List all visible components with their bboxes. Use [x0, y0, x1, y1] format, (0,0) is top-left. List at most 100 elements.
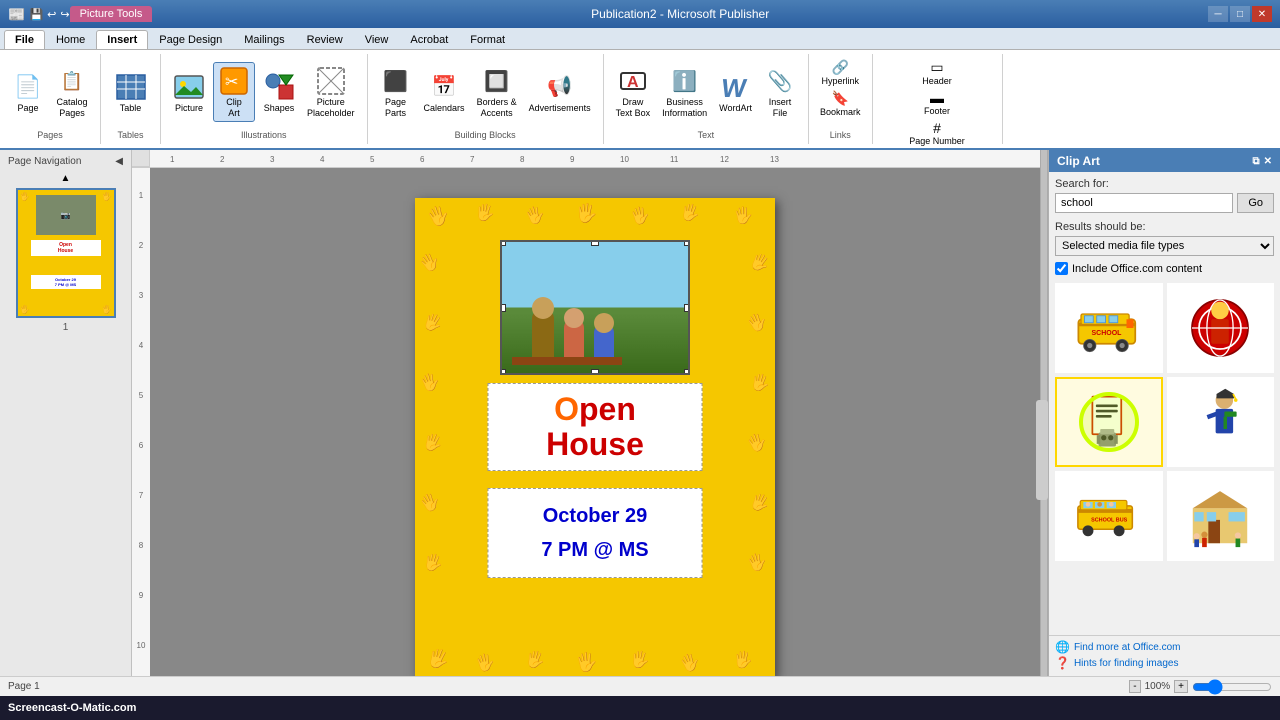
tab-page-design[interactable]: Page Design [148, 30, 233, 49]
include-office-label: Include Office.com content [1072, 263, 1202, 275]
qat-redo[interactable]: ↪ [60, 8, 69, 21]
illustrations-group-label: Illustrations [241, 130, 287, 140]
zoom-out-button[interactable]: - [1129, 680, 1140, 693]
hyperlink-button[interactable]: 🔗 Hyperlink [819, 58, 863, 87]
ruler-horizontal: 1 2 3 4 5 6 7 8 9 10 11 12 13 [132, 150, 1040, 168]
clip-art-title: Clip Art [1057, 154, 1100, 168]
date-text-box[interactable]: October 29 7 PM @ MS [488, 488, 703, 578]
tab-view[interactable]: View [354, 30, 400, 49]
insert-file-icon: 📎 [764, 65, 796, 97]
shapes-button[interactable]: Shapes [259, 69, 299, 116]
svg-text:1: 1 [139, 191, 144, 200]
wordart-button[interactable]: W WordArt [715, 69, 756, 116]
page-nav-collapse[interactable]: ◀ [115, 156, 123, 167]
header-label: Header [922, 76, 952, 86]
clip-art-item-6[interactable] [1167, 471, 1275, 561]
clip-art-item-3[interactable] [1055, 377, 1163, 467]
search-input[interactable] [1055, 193, 1233, 213]
table-icon [115, 71, 147, 103]
photo-frame[interactable] [500, 240, 690, 375]
results-type-select[interactable]: Selected media file types [1055, 236, 1274, 256]
footer-label: Footer [924, 106, 950, 116]
hints-link[interactable]: ❓ Hints for finding images [1055, 656, 1274, 670]
illustrations-buttons: Picture ✂ ClipArt Shapes PicturePlacehol… [169, 58, 359, 126]
svg-text:A: A [627, 74, 639, 91]
picture-placeholder-label: PicturePlaceholder [307, 97, 355, 119]
canvas-area[interactable]: 🖐 🖐 🖐 🖐 🖐 🖐 🖐 🖐 🖐 🖐 🖐 🖐 🖐 🖐 [150, 168, 1040, 676]
app-icon: 📰 [8, 6, 25, 23]
picture-button[interactable]: Picture [169, 69, 209, 116]
svg-text:W: W [720, 73, 749, 103]
clip-art-item-2[interactable] [1167, 283, 1275, 373]
svg-text:13: 13 [770, 155, 779, 164]
include-office-checkbox[interactable] [1055, 262, 1068, 275]
zoom-controls: - 100% + [1129, 680, 1272, 693]
catalog-pages-button[interactable]: 📋 CatalogPages [52, 63, 92, 121]
bookmark-button[interactable]: 🔖 Bookmark [817, 89, 864, 118]
catalog-pages-icon: 📋 [56, 65, 88, 97]
clip-art-item-5[interactable]: SCHOOL BUS [1055, 471, 1163, 561]
links-group-label: Links [830, 130, 851, 140]
clip-art-close[interactable]: ✕ [1264, 156, 1272, 167]
find-more-link[interactable]: 🌐 Find more at Office.com [1055, 640, 1274, 654]
tab-insert[interactable]: Insert [96, 30, 148, 49]
header-button[interactable]: ▭ Header [919, 58, 955, 87]
business-info-icon: ℹ️ [669, 65, 701, 97]
draw-text-box-button[interactable]: A DrawText Box [612, 63, 655, 121]
calendars-button[interactable]: 📅 Calendars [420, 69, 469, 116]
links-buttons: 🔗 Hyperlink 🔖 Bookmark [817, 58, 864, 126]
page-parts-button[interactable]: ⬛ PageParts [376, 63, 416, 121]
svg-text:2: 2 [139, 241, 144, 250]
tab-review[interactable]: Review [296, 30, 354, 49]
hyperlink-label: Hyperlink [822, 76, 860, 86]
zoom-in-button[interactable]: + [1174, 680, 1188, 693]
tab-mailings[interactable]: Mailings [233, 30, 295, 49]
table-button[interactable]: Table [111, 69, 151, 116]
tab-file[interactable]: File [4, 30, 45, 49]
svg-text:4: 4 [139, 341, 144, 350]
clip-art-detach[interactable]: ⧉ [1252, 156, 1259, 167]
close-button[interactable]: ✕ [1252, 6, 1272, 22]
business-info-button[interactable]: ℹ️ BusinessInformation [658, 63, 711, 121]
picture-placeholder-button[interactable]: PicturePlaceholder [303, 63, 359, 121]
borders-button[interactable]: 🔲 Borders &Accents [473, 63, 521, 121]
svg-text:✂: ✂ [225, 74, 238, 91]
page-thumbnail-1[interactable]: 📷 OpenHouse October 297 PM @ MS 🖐 🖐 🖐 🖐 [16, 188, 116, 318]
draw-text-box-label: DrawText Box [616, 97, 651, 119]
pages-group-label: Pages [37, 130, 63, 140]
tab-home[interactable]: Home [45, 30, 96, 49]
insert-file-button[interactable]: 📎 InsertFile [760, 63, 800, 121]
page-nav-header: Page Navigation ◀ [4, 154, 127, 169]
svg-text:1: 1 [170, 155, 175, 164]
go-button[interactable]: Go [1237, 193, 1274, 213]
page-nav-arrow-up[interactable]: ▲ [61, 173, 71, 184]
qat-save[interactable]: 💾 [29, 8, 43, 21]
minimize-button[interactable]: ─ [1208, 6, 1228, 22]
tab-acrobat[interactable]: Acrobat [399, 30, 459, 49]
title-bar-left: 📰 💾 ↩ ↪ [8, 6, 70, 23]
footer-button[interactable]: ▬ Footer [921, 89, 953, 117]
catalog-pages-label: CatalogPages [56, 97, 87, 119]
advertisements-button[interactable]: 📢 Advertisements [525, 69, 595, 116]
page-nav-title: Page Navigation [8, 156, 81, 167]
picture-icon [173, 71, 205, 103]
page-button[interactable]: 📄 Page [8, 69, 48, 116]
clip-art-item-4[interactable] [1167, 377, 1275, 467]
tables-buttons: Table [111, 58, 151, 126]
zoom-slider[interactable] [1192, 681, 1272, 693]
qat-undo[interactable]: ↩ [47, 8, 56, 21]
maximize-button[interactable]: □ [1230, 6, 1250, 22]
page-number-button[interactable]: # Page Number [906, 119, 968, 147]
clip-art-footer: 🌐 Find more at Office.com ❓ Hints for fi… [1049, 635, 1280, 676]
advertisements-label: Advertisements [529, 103, 591, 114]
tab-format[interactable]: Format [459, 30, 516, 49]
draw-text-box-icon: A [617, 65, 649, 97]
picture-tools-badge: Picture Tools [70, 6, 153, 22]
clip-art-button[interactable]: ✂ ClipArt [213, 62, 255, 122]
svg-text:5: 5 [370, 155, 375, 164]
footer-icon: ▬ [930, 90, 944, 106]
ribbon-group-illustrations: Picture ✂ ClipArt Shapes PicturePlacehol… [161, 54, 368, 144]
open-house-text-box[interactable]: OpenHouse [488, 383, 703, 471]
clip-art-item-1[interactable]: SCHOOL [1055, 283, 1163, 373]
page-parts-label: PageParts [385, 97, 406, 119]
